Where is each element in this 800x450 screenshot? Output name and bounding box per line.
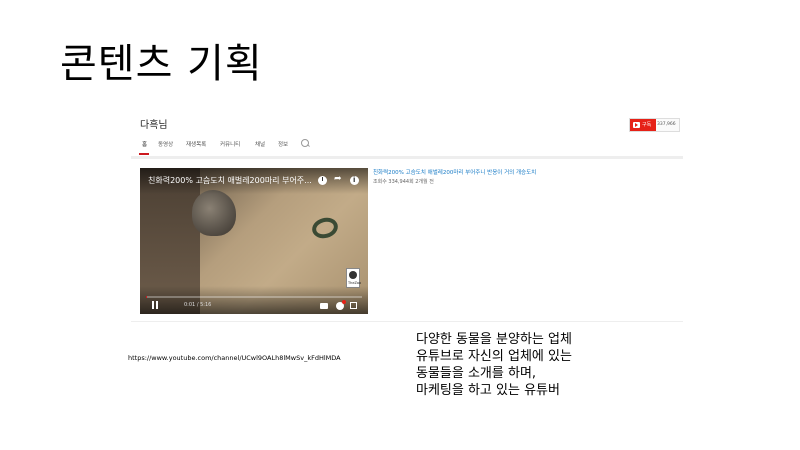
- tab-playlists[interactable]: 재생목록: [186, 140, 206, 148]
- progress-bar[interactable]: [146, 296, 362, 298]
- fullscreen-icon[interactable]: [350, 302, 357, 309]
- hedgehog-image: [192, 190, 236, 236]
- time-display: 0:01 / 5:16: [184, 302, 212, 308]
- subscriber-count: 337,966: [657, 122, 676, 127]
- active-tab-indicator: [139, 153, 149, 155]
- pause-icon[interactable]: [152, 301, 159, 309]
- settings-gear-icon[interactable]: [336, 300, 346, 310]
- tab-about[interactable]: 정보: [278, 140, 288, 148]
- watch-later-icon[interactable]: [318, 176, 327, 185]
- subscribe-button[interactable]: 구독 337,966: [629, 118, 680, 132]
- channel-name[interactable]: 다흑님: [140, 116, 168, 131]
- section-divider: [131, 321, 683, 322]
- video-overlay-title[interactable]: 친화력200% 고슴도치 애벌레200마리 부어주...: [148, 175, 312, 186]
- youtube-channel-screenshot: 다흑님 구독 337,966 홈 동영상 재생목록 커뮤니티 채널 정보 친화력…: [131, 108, 683, 323]
- tab-community[interactable]: 커뮤니티: [220, 140, 240, 148]
- slide-title: 콘텐츠 기획: [60, 41, 263, 87]
- video-control-bar: [140, 286, 368, 314]
- search-icon[interactable]: [301, 139, 309, 147]
- share-icon[interactable]: [334, 174, 343, 185]
- description-line: 동물들을 소개를 하며,: [416, 366, 537, 381]
- description-line: 다양한 동물을 분양하는 업체: [416, 332, 572, 347]
- slide-description: 다양한 동물을 분양하는 업체 유튜브로 자신의 업체에 있는 동물들을 소개를…: [416, 331, 572, 399]
- youtube-play-icon: [633, 122, 640, 128]
- subscribe-label-box[interactable]: 구독: [630, 119, 656, 131]
- subscribe-label: 구독: [642, 122, 652, 128]
- tab-videos[interactable]: 동영상: [158, 140, 173, 148]
- info-icon[interactable]: [350, 176, 359, 185]
- channel-watermark[interactable]: TheZoo: [346, 268, 362, 288]
- watermark-label: TheZoo: [348, 281, 362, 285]
- channel-url[interactable]: https://www.youtube.com/channel/UCwl9OAL…: [128, 354, 341, 362]
- header-divider: [131, 156, 683, 159]
- channel-header: 다흑님 구독 337,966 홈 동영상 재생목록 커뮤니티 채널 정보: [131, 108, 683, 160]
- description-line: 마케팅을 하고 있는 유튜버: [416, 383, 560, 398]
- tab-home[interactable]: 홈: [142, 140, 147, 148]
- tab-channels[interactable]: 채널: [255, 140, 265, 148]
- video-player[interactable]: 친화력200% 고슴도치 애벌레200마리 부어주... TheZoo 0:01…: [140, 168, 368, 314]
- video-meta: 조회수 334,944회 2개월 전: [373, 179, 434, 185]
- video-title-link[interactable]: 친화력200% 고슴도치 애벌레200마리 부어주니 반응이 거의 개승도치: [373, 168, 536, 176]
- subtitles-icon[interactable]: [320, 303, 328, 309]
- description-line: 유튜브로 자신의 업체에 있는: [416, 349, 572, 364]
- progress-fill: [146, 296, 147, 298]
